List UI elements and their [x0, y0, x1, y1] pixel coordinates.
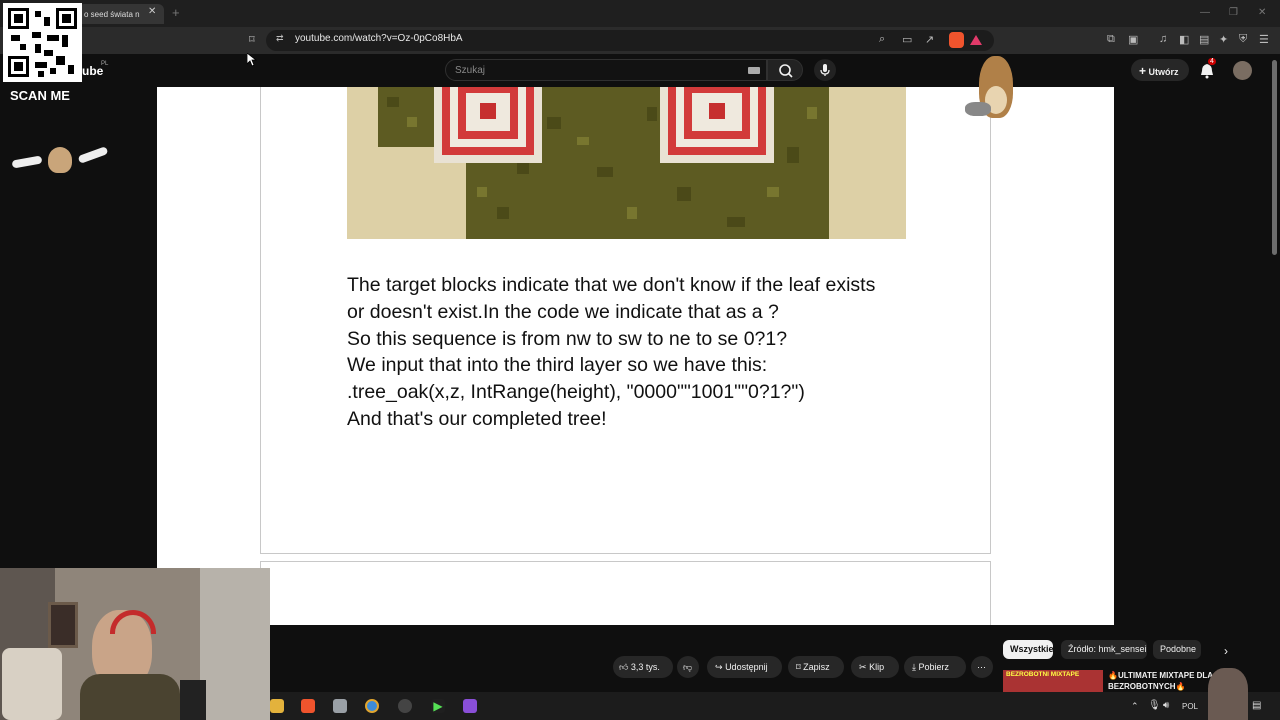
share-button[interactable]: ↪ Udostępnij: [707, 656, 782, 678]
recommendation-title[interactable]: 🔥ULTIMATE MIXTAPE DLA: [1108, 671, 1213, 680]
bookmark-icon[interactable]: ⌑: [249, 33, 255, 46]
split-view-icon[interactable]: ◧: [1179, 33, 1189, 46]
wallet-icon[interactable]: ▤: [1199, 33, 1209, 46]
sidebar-icon[interactable]: ▣: [1128, 33, 1138, 46]
chrome-icon[interactable]: [365, 699, 379, 713]
minecraft-leaves-image: [347, 87, 906, 239]
vpn-icon[interactable]: ⛨: [1239, 33, 1247, 46]
browser-address-bar: [0, 27, 1280, 54]
chevron-right-icon[interactable]: ›: [1224, 644, 1228, 658]
chip-all[interactable]: Wszystkie: [1003, 640, 1054, 659]
microphone-icon: [820, 64, 830, 76]
slide-line: .tree_oak(x,z, IntRange(height), "0000""…: [347, 381, 805, 404]
recommendation-title-2: BEZROBOTNYCH🔥: [1108, 682, 1186, 691]
create-button[interactable]: + Utwórz: [1131, 59, 1189, 81]
plus-icon: +: [1139, 64, 1147, 78]
chip-source[interactable]: Źródło: hmk_sensei: [1061, 640, 1147, 659]
tray-mic-icon[interactable]: 🎙︎: [1148, 700, 1161, 711]
windows-taskbar: [270, 692, 1280, 720]
qr-code: [3, 3, 82, 82]
minimize-icon[interactable]: —: [1200, 7, 1210, 18]
mouse-cursor-icon: [247, 53, 257, 67]
document-next-page: [260, 561, 991, 625]
leo-ai-icon[interactable]: ✦: [1219, 33, 1228, 46]
menu-icon[interactable]: ☰: [1259, 33, 1269, 46]
guest-webcam: [1208, 668, 1248, 720]
play-app-icon[interactable]: ▶: [431, 699, 445, 713]
download-label: Pobierz: [918, 662, 950, 672]
download-icon: ⤓: [912, 662, 916, 672]
clip-button[interactable]: ✂ Klip: [851, 656, 899, 678]
search-placeholder: Szukaj: [455, 65, 486, 76]
like-button[interactable]: 👍︎ 3,3 tys.: [613, 656, 673, 678]
chat-app-icon[interactable]: [463, 699, 477, 713]
slide-line: So this sequence is from nw to sw to ne …: [347, 327, 788, 350]
avatar[interactable]: [1233, 61, 1252, 80]
scan-me-label: SCAN ME: [10, 88, 70, 103]
bell-icon: [1201, 64, 1213, 79]
slide-line: We input that into the third layer so we…: [347, 354, 768, 377]
tab-close-icon[interactable]: ✕: [148, 6, 156, 17]
download-button[interactable]: ⤓ Pobierz: [904, 656, 966, 678]
thumbs-up-icon: 👍︎: [619, 662, 629, 672]
share-icon: ↪: [715, 662, 723, 672]
close-window-icon[interactable]: ✕: [1258, 7, 1266, 18]
share-label: Udostępnij: [725, 662, 768, 672]
create-label: Utwórz: [1148, 67, 1179, 77]
tab-title: o seed świata n: [84, 10, 140, 19]
extensions-icon[interactable]: ⧉: [1107, 33, 1115, 46]
thumbnail-text: BEZROBOTNI MIXTAPE: [1006, 671, 1080, 678]
search-input[interactable]: [445, 59, 767, 81]
target-block-right: [660, 87, 774, 163]
app-icon[interactable]: [333, 699, 347, 713]
youtube-region: PL: [101, 61, 109, 67]
more-actions-button[interactable]: ⋯: [971, 656, 993, 678]
slide-line: And that's our completed tree!: [347, 407, 607, 430]
save-icon: ⌑: [796, 662, 801, 672]
search-button[interactable]: [767, 59, 803, 81]
cat-sticker: [10, 143, 110, 175]
new-tab-button[interactable]: +: [172, 5, 180, 20]
language-indicator[interactable]: POL: [1182, 702, 1198, 711]
more-icon: ⋯: [977, 662, 986, 672]
keyboard-icon[interactable]: [748, 67, 760, 74]
brave-shield-icon[interactable]: [949, 32, 964, 48]
browser-tab-bar: o seed świata n ✕ + — ❐ ✕: [0, 0, 1280, 27]
slide-line: The target blocks indicate that we don't…: [347, 274, 876, 296]
voice-search-button[interactable]: [814, 59, 836, 81]
share-page-icon[interactable]: ↗: [925, 33, 934, 46]
obs-icon[interactable]: [398, 699, 412, 713]
clip-label: Klip: [869, 662, 885, 672]
site-settings-icon[interactable]: ⇄: [276, 33, 284, 44]
chip-similar[interactable]: Podobne: [1153, 640, 1201, 659]
tray-chevron-up-icon[interactable]: ⌃: [1131, 701, 1139, 712]
file-explorer-icon[interactable]: [270, 699, 284, 713]
volume-icon[interactable]: 🔊︎: [1163, 700, 1169, 711]
target-block-left: [434, 87, 542, 163]
notifications-button[interactable]: [1200, 63, 1214, 84]
brave-icon[interactable]: [301, 699, 315, 713]
zoom-icon[interactable]: ⌕: [879, 33, 885, 46]
webcam-feed: [0, 568, 270, 720]
brave-rewards-icon[interactable]: [970, 35, 982, 45]
page-scrollbar[interactable]: [1272, 60, 1277, 255]
notifications-center-icon[interactable]: ▤: [1252, 700, 1261, 711]
url-text[interactable]: youtube.com/watch?v=Oz-0pCo8HbA: [295, 33, 463, 44]
save-button[interactable]: ⌑ Zapisz: [788, 656, 844, 678]
media-icon[interactable]: ♫: [1159, 33, 1167, 45]
hamster-sticker: [965, 56, 1021, 124]
dislike-button[interactable]: 👎︎: [677, 656, 699, 678]
search-icon: [779, 64, 793, 78]
slide-text-block: The target blocks indicate that we don't…: [347, 272, 947, 433]
slide-line: or doesn't exist.In the code we indicate…: [347, 300, 779, 323]
maximize-icon[interactable]: ❐: [1229, 7, 1238, 18]
thumbs-down-icon: 👎︎: [683, 662, 693, 672]
like-count: 3,3 tys.: [630, 662, 660, 672]
notification-badge: 4: [1208, 58, 1216, 65]
recommendation-thumbnail[interactable]: BEZROBOTNI MIXTAPE: [1003, 670, 1103, 692]
cast-icon[interactable]: ▭: [902, 33, 912, 46]
scissors-icon: ✂: [859, 662, 867, 672]
save-label: Zapisz: [803, 662, 830, 672]
